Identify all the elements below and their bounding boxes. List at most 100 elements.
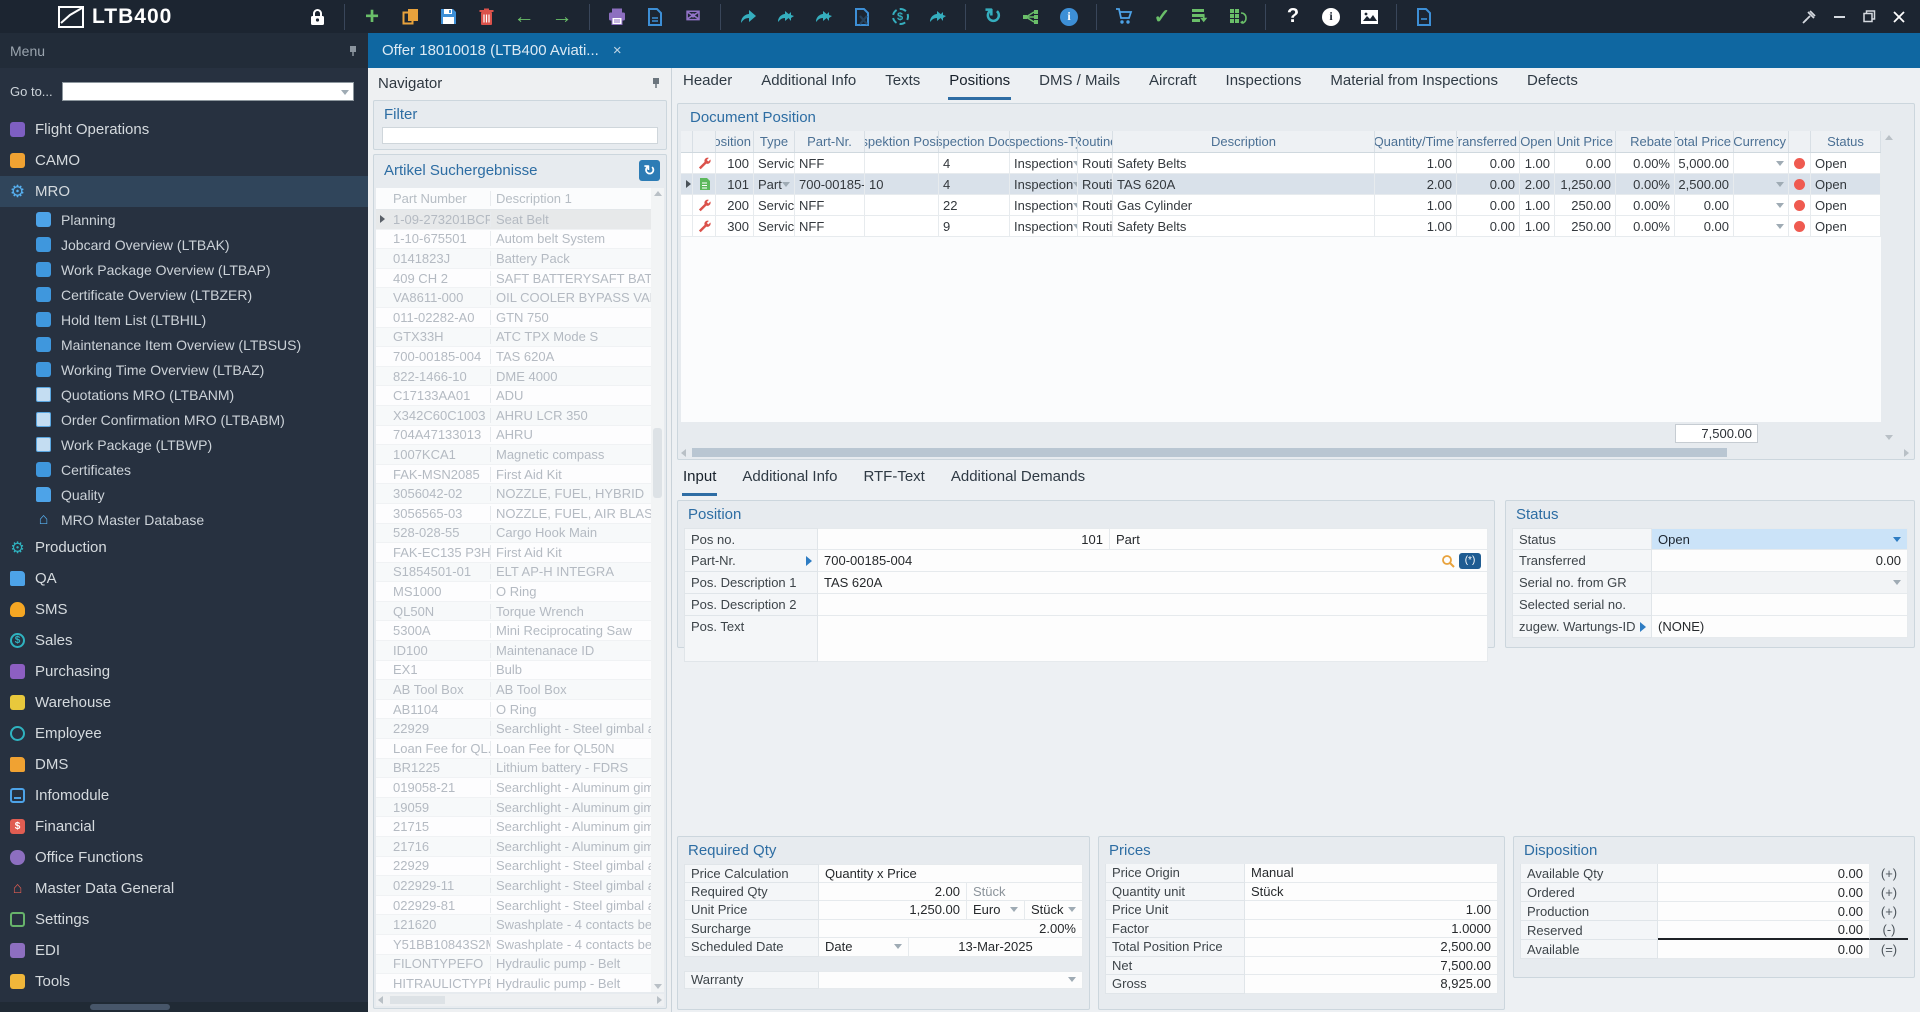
sidebar-item[interactable]: Master Data General <box>0 873 368 904</box>
result-row[interactable]: AB Tool Box AB Tool Box <box>376 680 664 700</box>
column-header[interactable]: Rebate <box>1616 131 1675 152</box>
sidebar-item[interactable]: MRO <box>0 176 368 207</box>
result-row[interactable]: EX1 Bulb <box>376 660 664 681</box>
sidebar-item[interactable]: Office Functions <box>0 842 368 873</box>
cancel-document-icon[interactable] <box>849 5 875 29</box>
section-tab[interactable]: Defects <box>1526 66 1579 100</box>
pin-icon[interactable] <box>348 45 358 57</box>
sidebar-item[interactable]: EDI <box>0 935 368 966</box>
price-field[interactable]: 1.0000 <box>1245 919 1498 938</box>
result-row[interactable]: 011-02282-A0 GTN 750 <box>376 307 664 328</box>
position-row[interactable]: 100 Service NFF 4 Inspection Routine Saf… <box>681 153 1881 174</box>
description2-field[interactable] <box>818 594 1488 616</box>
column-header[interactable]: Inspektion Positio <box>865 131 939 152</box>
result-row[interactable]: FAK-MSN2085 First Aid Kit <box>376 464 664 485</box>
position-row[interactable]: 200 Service NFF 22 Inspection Routine Ga… <box>681 195 1881 216</box>
print-preview-icon[interactable] <box>642 5 668 29</box>
sidebar-item[interactable]: Work Package (LTBWP) <box>0 432 368 457</box>
goto-select[interactable] <box>62 81 354 101</box>
result-row[interactable]: 022929-11 Searchlight - Steel gimbal arm <box>376 876 664 896</box>
forward-double2-icon[interactable] <box>811 5 837 29</box>
date-mode-select[interactable]: Date <box>819 938 909 957</box>
disposition-field[interactable]: 0.00 <box>1658 864 1870 883</box>
sidebar-item[interactable]: Planning <box>0 207 368 232</box>
required-qty-field[interactable]: 2.00 <box>819 882 967 901</box>
sidebar-item[interactable]: Certificate Overview (LTBZER) <box>0 282 368 307</box>
result-row[interactable]: MS1000 O Ring <box>376 582 664 602</box>
pin-icon[interactable] <box>651 77 661 89</box>
column-header[interactable] <box>681 131 693 152</box>
detail-tab[interactable]: Additional Info <box>741 462 838 496</box>
refresh-results-button[interactable]: ↻ <box>639 160 660 181</box>
column-header-description[interactable]: Description 1 <box>491 191 664 206</box>
results-vertical-scrollbar[interactable] <box>651 188 664 992</box>
sidebar-item[interactable]: DMS <box>0 749 368 780</box>
distribute-icon[interactable] <box>1018 5 1044 29</box>
maximize-icon[interactable] <box>1854 5 1884 29</box>
search-icon[interactable] <box>1441 554 1455 568</box>
selected-serial-field[interactable] <box>1652 594 1908 616</box>
result-row[interactable]: ID100 Maintenanace ID <box>376 641 664 661</box>
description1-field[interactable]: TAS 620A <box>818 572 1488 594</box>
forward-single-icon[interactable] <box>735 5 761 29</box>
column-header-part-number[interactable]: Part Number <box>388 191 491 206</box>
price-calculation-field[interactable]: Quantity x Price <box>819 864 1083 883</box>
sidebar-item[interactable]: Work Package Overview (LTBAP) <box>0 257 368 282</box>
sidebar-item[interactable]: Working Time Overview (LTBAZ) <box>0 357 368 382</box>
currency-circle-icon[interactable]: $ <box>887 5 913 29</box>
result-row[interactable]: 21715 Searchlight - Aluminum gimba <box>376 817 664 837</box>
detail-tab[interactable]: Input <box>682 462 718 496</box>
column-header[interactable]: Currency <box>1734 131 1789 152</box>
delete-icon[interactable] <box>473 5 499 29</box>
status-select[interactable]: Open <box>1652 528 1908 550</box>
filter-input[interactable] <box>382 127 658 144</box>
sidebar-item[interactable]: Sales <box>0 625 368 656</box>
price-field[interactable]: 8,925.00 <box>1245 975 1498 994</box>
result-row[interactable]: 528-028-55 Cargo Hook Main <box>376 523 664 544</box>
result-row[interactable]: BR1225 Lithium battery - FDRS <box>376 758 664 779</box>
cart-icon[interactable] <box>1111 5 1137 29</box>
forward-double-icon[interactable] <box>773 5 799 29</box>
serial-gr-select[interactable] <box>1652 572 1908 594</box>
pos-type-field[interactable]: Part <box>1110 528 1488 550</box>
table-horizontal-scrollbar[interactable] <box>680 446 1912 459</box>
table-vertical-scrollbar[interactable] <box>1882 131 1896 444</box>
result-row[interactable]: 3056565-03 NOZZLE, FUEL, AIR BLAST <box>376 503 664 524</box>
position-row[interactable]: 300 Service NFF 9 Inspection Routine Saf… <box>681 216 1881 237</box>
save-icon[interactable] <box>435 5 461 29</box>
result-row[interactable]: 022929-81 Searchlight - Steel gimbal arm <box>376 895 664 916</box>
part-nr-field[interactable]: 700-00185-004 (*) <box>818 550 1488 572</box>
results-horizontal-scrollbar[interactable] <box>376 994 664 1006</box>
result-row[interactable]: Loan Fee for QL... Loan Fee for QL50N <box>376 739 664 759</box>
sidebar-item[interactable]: Flight Operations <box>0 114 368 145</box>
section-tab[interactable]: Inspections <box>1225 66 1303 100</box>
forward-double3-icon[interactable] <box>925 5 951 29</box>
sidebar-item[interactable]: Settings <box>0 904 368 935</box>
result-row[interactable]: S1854501-01 ELT AP-H INTEGRA <box>376 562 664 583</box>
image-icon[interactable] <box>1356 5 1382 29</box>
add-icon[interactable]: + <box>359 3 385 30</box>
disposition-field[interactable]: 0.00 <box>1658 921 1870 940</box>
detail-tab[interactable]: Additional Demands <box>950 462 1086 496</box>
sidebar-item[interactable]: Warehouse <box>0 687 368 718</box>
section-tab[interactable]: Header <box>682 66 733 100</box>
transferred-field[interactable]: 0.00 <box>1652 550 1908 572</box>
result-row[interactable]: 22929 Searchlight - Steel gimbal arm <box>376 856 664 877</box>
result-row[interactable]: 1-10-675501 Autom belt System <box>376 229 664 250</box>
table-refresh-icon[interactable] <box>1225 5 1251 29</box>
tab-close-icon[interactable]: × <box>613 42 622 59</box>
disposition-field[interactable]: 0.00 <box>1658 883 1870 902</box>
column-header[interactable]: Part-Nr. <box>795 131 865 152</box>
column-header[interactable]: Status <box>1811 131 1881 152</box>
sidebar-horizontal-scrollbar[interactable] <box>0 1002 368 1012</box>
result-row[interactable]: GTX33H ATC TPX Mode S <box>376 327 664 348</box>
result-row[interactable]: FAK-EC135 P3H First Aid Kit <box>376 543 664 563</box>
price-field[interactable]: 1.00 <box>1245 901 1498 920</box>
column-header[interactable] <box>693 131 716 152</box>
column-header[interactable]: Type <box>754 131 795 152</box>
result-row[interactable]: 1-09-273201BCR Seat Belt <box>376 210 664 230</box>
price-field[interactable]: 7,500.00 <box>1245 956 1498 975</box>
sidebar-item[interactable]: Certificates <box>0 457 368 482</box>
close-icon[interactable] <box>1884 5 1914 29</box>
result-row[interactable]: 19059 Searchlight - Aluminum gimba <box>376 797 664 818</box>
